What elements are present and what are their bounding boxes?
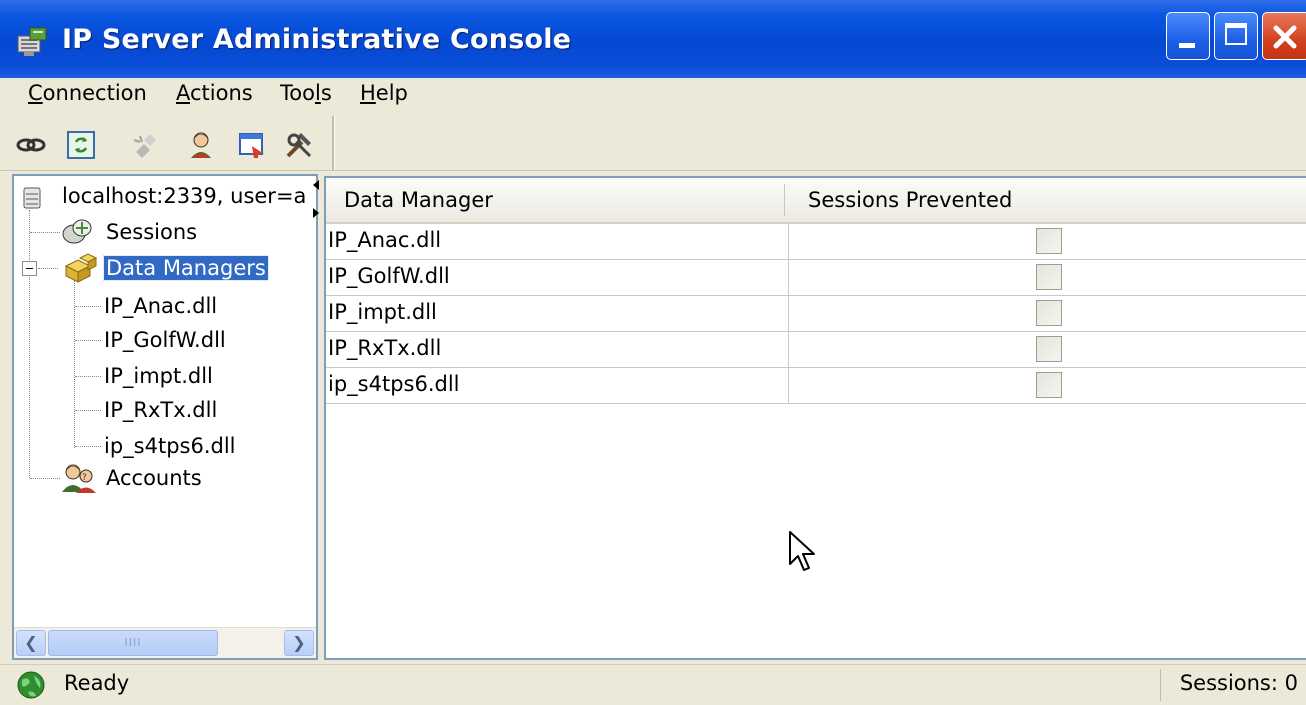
maximize-button[interactable] (1214, 12, 1258, 60)
tree-node-ip-anac[interactable]: IP_Anac.dll (104, 294, 217, 318)
menu-connection[interactable]: Connection (28, 81, 147, 105)
sessions-prevented-checkbox[interactable] (1036, 372, 1062, 398)
table-row[interactable]: ip_s4tps6.dll (326, 368, 1306, 404)
menu-bar: Connection Actions Tools Help (0, 78, 1306, 117)
column-divider[interactable] (784, 184, 785, 216)
export-icon[interactable] (238, 130, 268, 160)
status-bar: Ready Sessions: 0 (0, 664, 1306, 705)
status-text: Ready (64, 671, 130, 695)
list-header: Data Manager Sessions Prevented (326, 178, 1306, 224)
database-icon (23, 187, 41, 209)
minimize-icon (1179, 43, 1195, 48)
mouse-cursor-icon (789, 531, 815, 571)
scroll-left-button[interactable]: ❮ (16, 630, 46, 656)
cell-data-manager: IP_GolfW.dll (328, 264, 450, 288)
sessions-prevented-checkbox[interactable] (1036, 264, 1062, 290)
tools-icon[interactable] (284, 130, 314, 160)
cell-data-manager: ip_s4tps6.dll (328, 372, 460, 396)
tree-connector (30, 478, 60, 479)
column-header-data-manager[interactable]: Data Manager (344, 188, 493, 212)
splitter-expand-right-icon[interactable] (313, 208, 319, 218)
minimize-button[interactable] (1166, 12, 1210, 60)
table-row[interactable]: IP_Anac.dll (326, 224, 1306, 260)
menu-help-label: elp (375, 81, 408, 105)
toolbar (0, 116, 1306, 171)
close-button[interactable] (1262, 12, 1306, 60)
table-row[interactable]: IP_RxTx.dll (326, 332, 1306, 368)
refresh-icon[interactable] (66, 130, 96, 160)
scrollbar-thumb[interactable]: IIII (48, 630, 218, 656)
tree-connector (75, 306, 101, 307)
cell-divider (788, 296, 789, 332)
tree-connector (75, 446, 101, 447)
user-icon[interactable] (186, 130, 216, 160)
tree-connector (38, 268, 58, 269)
menu-help[interactable]: Help (360, 81, 408, 105)
cell-data-manager: IP_impt.dll (328, 300, 437, 324)
cell-divider (788, 368, 789, 404)
window-title: IP Server Administrative Console (62, 24, 572, 55)
menu-tools-label: s (320, 81, 332, 105)
tree-node-ip-s4tps6[interactable]: ip_s4tps6.dll (104, 434, 236, 458)
menu-actions[interactable]: Actions (176, 81, 253, 105)
app-server-icon (17, 27, 47, 56)
sessions-prevented-checkbox[interactable] (1036, 228, 1062, 254)
disconnect-icon[interactable] (130, 130, 160, 160)
tree-collapse-toggle[interactable] (22, 261, 37, 276)
toolbar-separator (332, 116, 335, 170)
cell-data-manager: IP_RxTx.dll (328, 336, 442, 360)
scroll-right-icon: ❯ (292, 633, 306, 652)
accounts-icon: ? (62, 464, 96, 493)
status-separator (1160, 669, 1161, 701)
sessions-icon (62, 219, 92, 244)
globe-icon (17, 671, 45, 699)
table-row[interactable]: IP_GolfW.dll (326, 260, 1306, 296)
menu-tools[interactable]: Tools (280, 81, 332, 105)
sessions-prevented-checkbox[interactable] (1036, 336, 1062, 362)
splitter-collapse-left-icon[interactable] (313, 180, 319, 190)
tree-node-sessions[interactable]: Sessions (106, 220, 197, 244)
tree-node-ip-rxtx[interactable]: IP_RxTx.dll (104, 398, 217, 422)
maximize-icon (1225, 23, 1247, 45)
scroll-left-icon: ❮ (24, 633, 38, 652)
tree-connector (75, 410, 101, 411)
cell-divider (788, 224, 789, 260)
data-manager-list[interactable]: Data Manager Sessions Prevented IP_Anac.… (324, 176, 1306, 660)
tree-connector (75, 340, 101, 341)
tree-horizontal-scrollbar[interactable]: ❮ IIII ❯ (14, 627, 316, 658)
close-icon (1273, 25, 1297, 49)
tree-node-accounts[interactable]: Accounts (106, 466, 202, 490)
scroll-right-button[interactable]: ❯ (284, 630, 314, 656)
tree-node-ip-impt[interactable]: IP_impt.dll (104, 364, 213, 388)
connect-icon[interactable] (16, 130, 46, 160)
cell-data-manager: IP_Anac.dll (328, 228, 442, 252)
menu-actions-label: ctions (190, 81, 253, 105)
menu-help-accel: H (360, 81, 376, 105)
cell-divider (788, 332, 789, 368)
table-row[interactable]: IP_impt.dll (326, 296, 1306, 332)
column-header-sessions-prevented[interactable]: Sessions Prevented (808, 188, 1012, 212)
tree-connector (30, 232, 60, 233)
tree-connector (29, 210, 30, 478)
tree-node-ip-golfw[interactable]: IP_GolfW.dll (104, 328, 226, 352)
menu-connection-accel: C (28, 81, 43, 105)
data-managers-icon (64, 253, 98, 283)
sessions-prevented-checkbox[interactable] (1036, 300, 1062, 326)
menu-tools-label-pre: Too (280, 81, 315, 105)
tree-node-data-managers[interactable]: Data Managers (103, 255, 269, 281)
svg-text:?: ? (82, 473, 87, 483)
status-sessions-count: Sessions: 0 (1179, 671, 1298, 695)
tree-connector (75, 376, 101, 377)
tree-root-label[interactable]: localhost:2339, user=a (62, 184, 306, 208)
cell-divider (788, 260, 789, 296)
scrollbar-thumb-grip: IIII (124, 636, 142, 649)
menu-actions-accel: A (176, 81, 190, 105)
menu-connection-label: onnection (42, 81, 147, 105)
title-bar[interactable]: IP Server Administrative Console (0, 0, 1306, 78)
tree-view[interactable]: localhost:2339, user=a Sessions Data Man… (12, 174, 318, 660)
